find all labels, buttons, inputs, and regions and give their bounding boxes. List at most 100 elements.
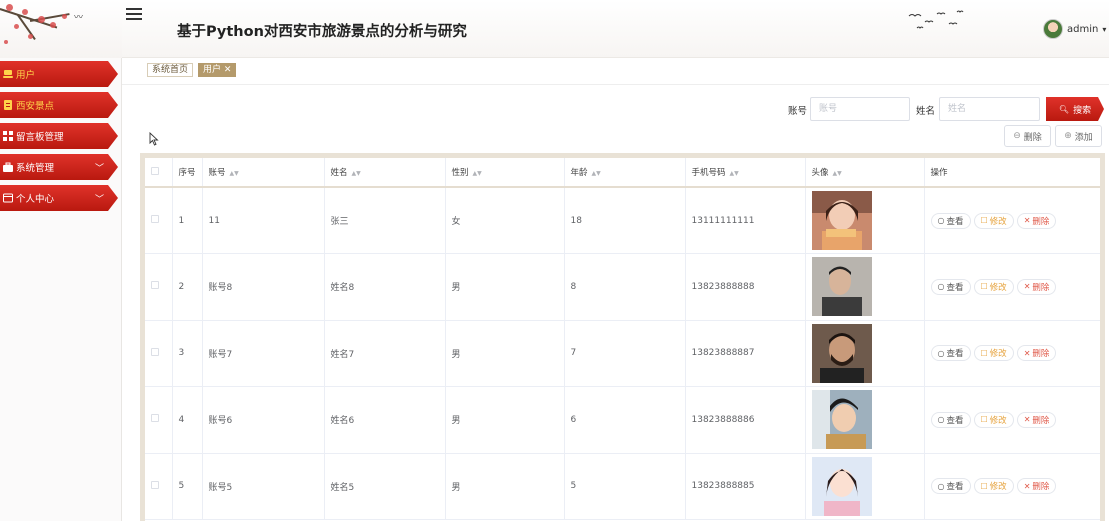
delete-button[interactable]: ✕ 删除 [1016, 345, 1057, 362]
avatar-photo [811, 456, 924, 516]
cell-index: 2 [172, 253, 203, 321]
view-button[interactable]: ○ 查看 [930, 278, 971, 295]
user-menu[interactable]: admin ▾ [1043, 18, 1109, 40]
column-header-gender[interactable]: 性别 ▲▼ [445, 158, 565, 188]
menu-toggle-icon[interactable] [126, 7, 142, 21]
sort-icon[interactable]: ▲▼ [833, 170, 842, 177]
sidebar-item-label: 西安景点 [16, 101, 55, 112]
column-header-age[interactable]: 年龄 ▲▼ [564, 158, 686, 188]
view-button[interactable]: ○ 查看 [930, 411, 971, 428]
row-checkbox-cell[interactable] [145, 187, 173, 254]
close-icon: ✕ [1023, 282, 1031, 292]
cell-name: 张三 [324, 187, 446, 254]
name-search-input[interactable] [939, 97, 1040, 121]
cell-gender: 男 [445, 453, 565, 520]
row-checkbox-cell[interactable] [145, 386, 173, 454]
header: 基于Python对西安市旅游景点的分析与研究 admin ▾ [122, 0, 1109, 58]
sidebar-item-label: 用户 [16, 70, 36, 81]
edit-button[interactable]: ☐ 修改 [973, 278, 1014, 295]
cell-phone: 13823888885 [685, 453, 806, 520]
select-all-checkbox-cell[interactable] [145, 158, 173, 188]
cell-account: 11 [202, 187, 325, 254]
cell-age: 5 [564, 453, 686, 520]
table-row: 4 账号6 姓名6 男 6 13823888886 ○ 查看 ☐ 修改 ✕ 删除 [145, 386, 1100, 454]
chevron-down-icon: ﹀ [94, 195, 104, 205]
sidebar-menu: 用户 西安景点 留言板管理 系统管理 ﹀ 个人中心 ﹀ [0, 61, 122, 216]
sort-icon[interactable]: ▲▼ [230, 170, 239, 177]
sidebar-item-system-management[interactable]: 系统管理 ﹀ [0, 154, 118, 180]
cell-actions: ○ 查看 ☐ 修改 ✕ 删除 [924, 453, 1100, 520]
edit-button[interactable]: ☐ 修改 [973, 411, 1014, 428]
close-icon: ✕ [1023, 481, 1031, 491]
cell-name: 姓名7 [324, 320, 446, 387]
cell-age: 7 [564, 320, 686, 387]
sort-icon[interactable]: ▲▼ [592, 170, 601, 177]
caret-down-icon: ▾ [1102, 24, 1107, 34]
edit-button[interactable]: ☐ 修改 [973, 345, 1014, 362]
row-checkbox[interactable] [151, 480, 159, 489]
column-header-avatar[interactable]: 头像 ▲▼ [805, 158, 925, 188]
view-button[interactable]: ○ 查看 [930, 212, 971, 229]
table-row: 1 11 张三女 18 13111111111 ○ 查看 ☐ 修改 ✕ 删除 [145, 187, 1100, 254]
search-button[interactable]: 🔍︎ 搜索 [1046, 97, 1104, 121]
main-content: 账号 姓名 🔍︎ 搜索 ⊖ 删除 ⊕ 添加 序号 账号▲▼ 姓名▲▼ [122, 85, 1109, 521]
delete-button[interactable]: ✕ 删除 [1016, 278, 1057, 295]
cell-gender: 男 [445, 253, 565, 321]
row-checkbox-cell[interactable] [145, 320, 173, 387]
column-header-phone[interactable]: 手机号码 ▲▼ [685, 158, 806, 188]
edit-button[interactable]: ☐ 修改 [973, 212, 1014, 229]
delete-button[interactable]: ✕ 删除 [1016, 478, 1057, 495]
avatar [1043, 19, 1063, 39]
cell-avatar [805, 187, 925, 254]
column-header-name[interactable]: 姓名 ▲▼ [324, 158, 446, 188]
search-button-label: 搜索 [1073, 104, 1092, 115]
sort-icon[interactable]: ▲▼ [352, 170, 361, 177]
delete-button[interactable]: ✕ 删除 [1016, 212, 1057, 229]
row-checkbox[interactable] [151, 281, 159, 290]
search-icon: ○ [937, 415, 945, 425]
edit-button[interactable]: ☐ 修改 [973, 478, 1014, 495]
cell-age: 6 [564, 386, 686, 454]
cell-account: 账号8 [202, 253, 325, 321]
grid-icon [3, 131, 13, 141]
delete-button[interactable]: ✕ 删除 [1016, 411, 1057, 428]
cell-account: 账号5 [202, 453, 325, 520]
profile-card-icon [3, 193, 13, 203]
add-label: 添加 [1074, 132, 1093, 143]
edit-icon: ☐ [980, 348, 988, 358]
row-checkbox-cell[interactable] [145, 453, 173, 520]
cell-index: 1 [172, 187, 203, 254]
batch-delete-label: 删除 [1023, 132, 1042, 143]
sort-icon[interactable]: ▲▼ [473, 170, 482, 177]
sort-icon[interactable]: ▲▼ [730, 170, 739, 177]
add-button[interactable]: ⊕ 添加 [1055, 125, 1102, 147]
search-icon: ○ [937, 348, 945, 358]
sidebar-item-xian-attractions[interactable]: 西安景点 [0, 92, 118, 118]
sidebar-item-message-board[interactable]: 留言板管理 [0, 123, 118, 149]
birds-decoration-icon [908, 10, 964, 29]
row-checkbox[interactable] [151, 414, 159, 423]
row-checkbox[interactable] [151, 347, 159, 356]
cell-actions: ○ 查看 ☐ 修改 ✕ 删除 [924, 320, 1100, 387]
column-header-actions: 操作 [924, 158, 1100, 188]
sidebar-item-personal-center[interactable]: 个人中心 ﹀ [0, 185, 118, 211]
tab-home[interactable]: 系统首页 [147, 63, 194, 77]
account-search-input[interactable] [810, 97, 910, 121]
cell-name: 姓名8 [324, 253, 446, 321]
cell-phone: 13823888886 [685, 386, 806, 454]
row-checkbox[interactable] [151, 215, 159, 223]
cell-name: 姓名6 [324, 386, 446, 454]
row-checkbox-cell[interactable] [145, 253, 173, 321]
user-icon [3, 70, 13, 78]
column-header-account[interactable]: 账号 ▲▼ [202, 158, 325, 188]
search-icon: 🔍︎ [1058, 104, 1070, 114]
select-all-checkbox[interactable] [151, 166, 159, 175]
batch-delete-button[interactable]: ⊖ 删除 [1004, 125, 1051, 147]
view-button[interactable]: ○ 查看 [930, 345, 971, 362]
sidebar-item-user[interactable]: 用户 [0, 61, 118, 87]
close-icon: ✕ [1023, 415, 1031, 425]
cell-index: 5 [172, 453, 203, 520]
cell-actions: ○ 查看 ☐ 修改 ✕ 删除 [924, 253, 1100, 321]
tab-user[interactable]: 用户 ✕ [198, 63, 237, 77]
view-button[interactable]: ○ 查看 [930, 478, 971, 495]
